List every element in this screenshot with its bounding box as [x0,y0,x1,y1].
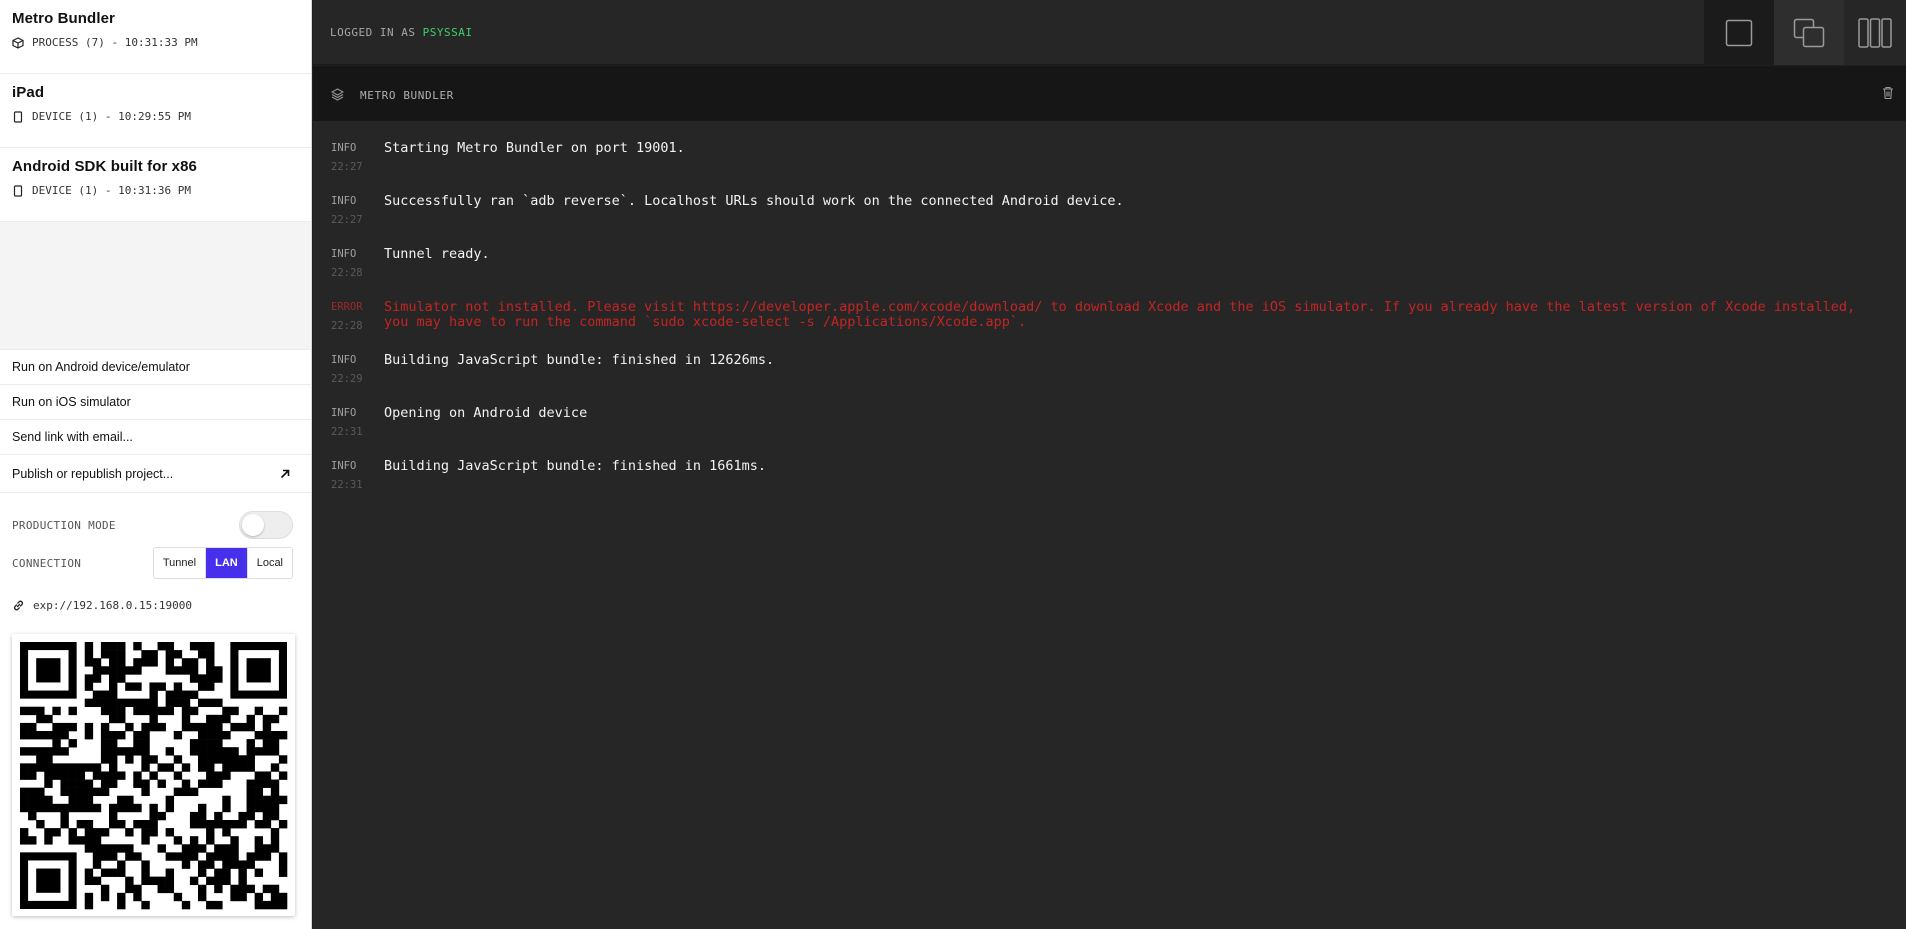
source-android[interactable]: Android SDK built for x86 DEVICE (1) - 1… [0,148,311,222]
connection-local[interactable]: Local [247,548,292,578]
login-prefix: LOGGED IN AS [330,26,416,39]
device-icon [13,184,23,197]
production-mode-toggle[interactable] [239,511,293,539]
log-message: Tunnel ready. [384,246,490,262]
panel-header: METRO BUNDLER [313,66,1906,121]
source-name: iPad [12,84,45,101]
source-name: Metro Bundler [12,10,115,27]
log-message: Starting Metro Bundler on port 19001. [384,140,685,156]
log-message: Building JavaScript bundle: finished in … [384,458,767,474]
device-icon [13,110,23,123]
trash-icon[interactable] [1882,86,1894,100]
username: PSYSSAI [422,26,473,39]
log-level: INFO [331,407,357,419]
arrow-up-right-icon [280,469,290,478]
source-meta: PROCESS (7) - 10:31:33 PM [32,36,198,49]
sidebar-spacer [0,222,311,350]
run-ios-button[interactable]: Run on iOS simulator [0,385,311,420]
connection-lan[interactable]: LAN [206,548,248,578]
log-level: INFO [331,460,357,472]
login-status: LOGGED IN AS PSYSSAI [330,26,472,39]
log-time: 22:31 [331,479,363,491]
sidebar: Metro Bundler PROCESS (7) - 10:31:33 PM … [0,0,312,929]
log-time: 22:27 [331,161,363,173]
connection-row: CONNECTION Tunnel LAN Local [0,547,311,579]
log-entry: INFO 22:29 Building JavaScript bundle: fi… [313,351,1906,404]
run-android-button[interactable]: Run on Android device/emulator [0,350,311,385]
log-entry-error: ERROR 22:28 Simulator not installed. Plea… [313,298,1906,351]
log-message: Simulator not installed. Please visit ht… [384,299,1864,330]
action-label: Run on iOS simulator [12,395,131,409]
log-panel: INFO 22:27 Starting Metro Bundler on port… [313,121,1906,929]
log-entry: INFO 22:27 Successfully ran `adb reverse`… [313,192,1906,245]
connection-label: CONNECTION [12,556,82,570]
source-metro-bundler[interactable]: Metro Bundler PROCESS (7) - 10:31:33 PM [0,0,311,74]
link-icon [13,600,24,610]
production-mode-label: PRODUCTION MODE [12,518,116,532]
source-name: Android SDK built for x86 [12,158,198,175]
log-level: INFO [331,195,357,207]
log-message: Successfully ran `adb reverse`. Localhos… [384,193,1124,209]
cube-icon [12,36,24,49]
action-label: Send link with email... [12,430,133,444]
source-meta: DEVICE (1) - 10:31:36 PM [32,184,191,197]
production-mode-row: PRODUCTION MODE [0,499,311,551]
log-entry: INFO 22:31 Building JavaScript bundle: fi… [313,457,1906,510]
source-meta: DEVICE (1) - 10:29:55 PM [32,110,191,123]
layout-overlap-button[interactable] [1774,0,1844,65]
action-label: Run on Android device/emulator [12,360,190,374]
log-entry: INFO 22:31 Opening on Android device [313,404,1906,457]
log-time: 22:28 [331,267,363,279]
project-url[interactable]: exp://192.168.0.15:19000 [33,599,192,612]
source-ipad[interactable]: iPad DEVICE (1) - 10:29:55 PM [0,74,311,148]
panel-title: METRO BUNDLER [360,89,454,102]
overlap-panels-icon [1793,18,1825,47]
layers-icon [331,88,344,101]
connection-tunnel[interactable]: Tunnel [153,548,207,578]
qr-code-image [20,642,288,910]
toggle-knob [242,514,264,536]
url-row: exp://192.168.0.15:19000 [0,585,311,625]
log-entry: INFO 22:27 Starting Metro Bundler on port… [313,139,1906,192]
publish-button[interactable]: Publish or republish project... [0,455,311,493]
send-link-button[interactable]: Send link with email... [0,420,311,455]
topbar: LOGGED IN AS PSYSSAI [313,0,1906,65]
log-level: INFO [331,248,357,260]
connection-selector: Tunnel LAN Local [152,547,293,579]
log-time: 22:28 [331,320,363,332]
single-panel-icon [1725,19,1753,46]
log-level: INFO [331,354,357,366]
log-time: 22:29 [331,373,363,385]
columns-icon [1858,17,1892,48]
log-time: 22:31 [331,426,363,438]
log-level: ERROR [331,301,363,313]
qr-code [12,634,295,916]
action-label: Publish or republish project... [12,466,174,481]
log-message: Opening on Android device [384,405,588,421]
log-entry: INFO 22:28 Tunnel ready. [313,245,1906,298]
log-message: Building JavaScript bundle: finished in … [384,352,775,368]
log-level: INFO [331,142,357,154]
layout-single-button[interactable] [1704,0,1774,65]
layout-columns-button[interactable] [1844,0,1906,65]
log-time: 22:27 [331,214,363,226]
